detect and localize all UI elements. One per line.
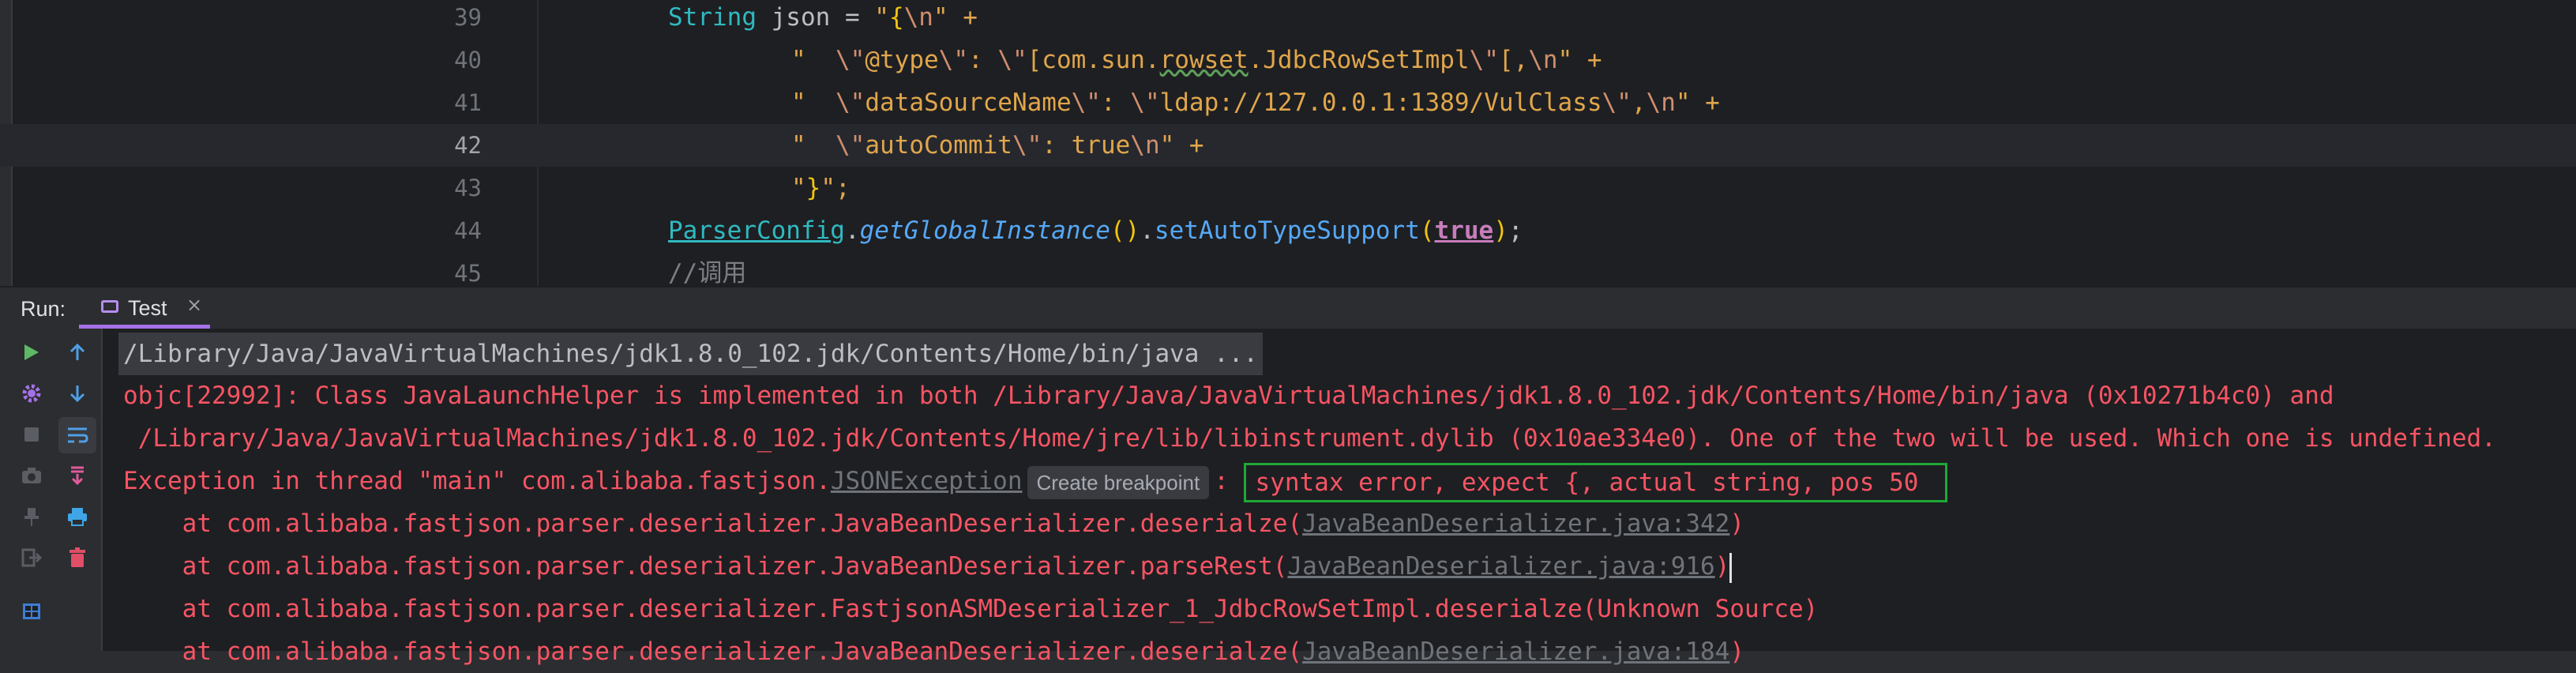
code-editor[interactable]: 39 String json = "{\n" + 40 " \"@type\":… xyxy=(0,0,2576,286)
scroll-end-icon[interactable] xyxy=(62,460,93,491)
code-line-44[interactable]: 44 ParserConfig.getGlobalInstance().setA… xyxy=(0,209,2576,252)
code-line-43[interactable]: 43 "}"; xyxy=(0,167,2576,209)
stack-trace-line: at com.alibaba.fastjson.parser.deseriali… xyxy=(123,545,1733,588)
source-link[interactable]: JavaBeanDeserializer.java:184 xyxy=(1302,637,1729,666)
line-number: 44 xyxy=(454,217,482,244)
camera-icon[interactable] xyxy=(16,460,47,491)
code-line-45[interactable]: 45 //调用 xyxy=(0,252,2576,286)
console-command-line[interactable]: /Library/Java/JavaVirtualMachines/jdk1.8… xyxy=(118,333,1264,375)
exception-class-link[interactable]: JSONException xyxy=(831,467,1023,495)
line-number: 45 xyxy=(454,260,482,286)
code-text: String json = "{\n" + xyxy=(668,3,978,32)
stack-trace-line: at com.alibaba.fastjson.parser.deseriali… xyxy=(123,595,1819,623)
stack-trace-line: at com.alibaba.fastjson.parser.deseriali… xyxy=(123,637,1745,666)
code-text: " \"@type\": \"[com.sun.rowset.JdbcRowSe… xyxy=(791,46,1602,74)
code-text: //调用 xyxy=(668,259,747,286)
settings-icon[interactable] xyxy=(16,378,47,409)
tab-test[interactable]: Test × xyxy=(79,288,210,329)
text-caret xyxy=(1729,552,1733,583)
up-icon[interactable] xyxy=(62,336,93,368)
rerun-icon[interactable] xyxy=(16,336,47,368)
exception-colon: : xyxy=(1214,467,1229,495)
run-label: Run: xyxy=(21,297,66,321)
line-number: 40 xyxy=(454,47,482,73)
exit-icon[interactable] xyxy=(16,542,47,573)
exception-prefix: Exception in thread "main" com.alibaba.f… xyxy=(123,467,831,495)
stop-icon[interactable] xyxy=(16,419,47,450)
stack-trace-line: at com.alibaba.fastjson.parser.deseriali… xyxy=(123,509,1745,538)
code-line-42[interactable]: 42 " \"autoCommit\": true\n" + xyxy=(0,124,2576,167)
console-exception-line: Exception in thread "main" com.alibaba.f… xyxy=(123,460,1948,502)
line-number: 41 xyxy=(454,89,482,116)
code-text: "}"; xyxy=(791,174,851,202)
console-line: /Library/Java/JavaVirtualMachines/jdk1.8… xyxy=(123,424,2496,453)
down-icon[interactable] xyxy=(62,378,93,409)
layout-icon[interactable] xyxy=(16,596,47,627)
console-tab-icon xyxy=(101,300,118,313)
highlighted-error-message: syntax error, expect {, actual string, p… xyxy=(1243,462,1948,502)
source-link[interactable]: JavaBeanDeserializer.java:916 xyxy=(1287,552,1714,581)
soft-wrap-icon[interactable] xyxy=(58,417,96,453)
line-number: 39 xyxy=(454,4,482,31)
print-icon[interactable] xyxy=(62,501,93,532)
code-text: " \"dataSourceName\": \"ldap://127.0.0.1… xyxy=(791,88,1720,117)
tab-label: Test xyxy=(128,296,167,320)
code-text: ParserConfig.getGlobalInstance().setAuto… xyxy=(668,216,1523,245)
console-line: objc[22992]: Class JavaLaunchHelper is i… xyxy=(123,382,2334,410)
code-text: " \"autoCommit\": true\n" + xyxy=(791,131,1204,160)
create-breakpoint-button[interactable]: Create breakpoint xyxy=(1027,465,1210,499)
trash-icon[interactable] xyxy=(62,542,93,573)
code-line-41[interactable]: 41 " \"dataSourceName\": \"ldap://127.0.… xyxy=(0,81,2576,124)
run-console: /Library/Java/JavaVirtualMachines/jdk1.8… xyxy=(0,329,2576,666)
pin-icon[interactable] xyxy=(16,501,47,532)
code-line-39[interactable]: 39 String json = "{\n" + xyxy=(0,0,2576,39)
code-line-40[interactable]: 40 " \"@type\": \"[com.sun.rowset.JdbcRo… xyxy=(0,39,2576,81)
line-number: 42 xyxy=(454,132,482,159)
line-number: 43 xyxy=(454,175,482,201)
run-tool-window-header: Run: Test × xyxy=(0,286,2576,329)
source-link[interactable]: JavaBeanDeserializer.java:342 xyxy=(1302,509,1729,538)
run-toolbar xyxy=(0,329,103,651)
close-icon[interactable]: × xyxy=(186,294,202,316)
